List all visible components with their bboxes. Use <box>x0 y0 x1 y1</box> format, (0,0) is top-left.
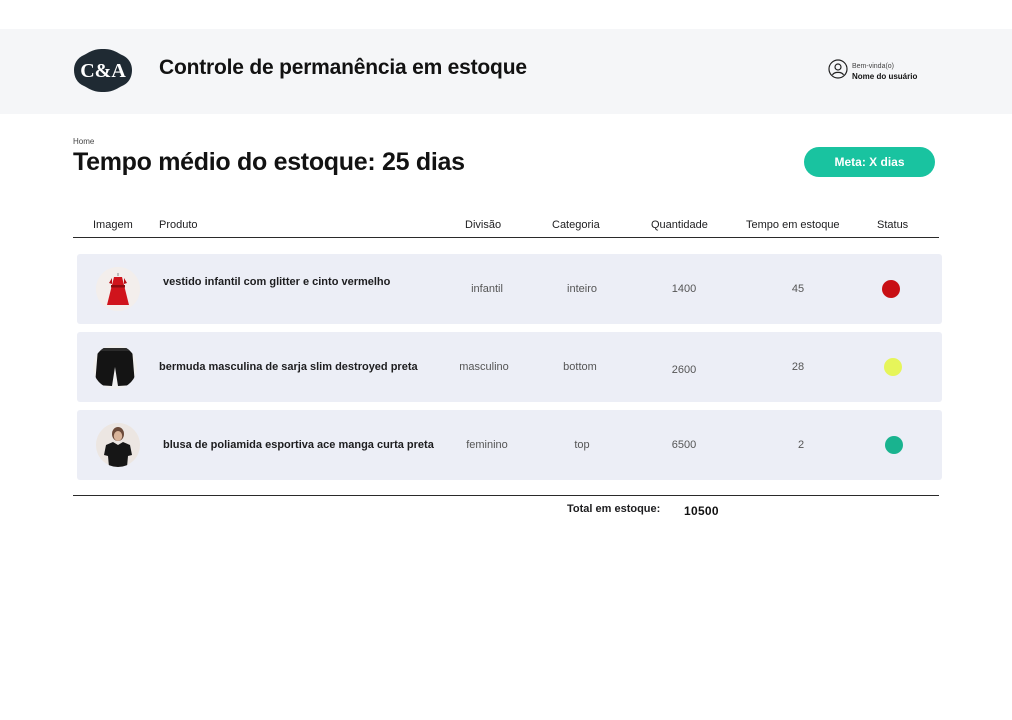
product-name: vestido infantil com glitter e cinto ver… <box>163 276 391 288</box>
status-indicator <box>884 358 902 376</box>
black-blouse-image <box>96 423 140 467</box>
user-name: Nome do usuário <box>852 71 918 81</box>
column-header-division: Divisão <box>465 219 502 231</box>
black-shorts-image <box>93 345 137 389</box>
category-cell: top <box>574 439 590 451</box>
time-cell: 28 <box>791 361 805 373</box>
product-name: blusa de poliamida esportiva ace manga c… <box>163 439 434 451</box>
status-indicator <box>882 280 900 298</box>
column-header-category: Categoria <box>552 219 600 231</box>
table-row[interactable]: bermuda masculina de sarja slim destroye… <box>77 332 942 402</box>
table-footer-divider <box>73 495 939 496</box>
column-header-quantity: Quantidade <box>651 219 708 231</box>
division-cell: masculino <box>459 361 509 373</box>
user-menu[interactable]: Bem-vinda(o) Nome do usuário <box>828 59 917 84</box>
app-title: Controle de permanência em estoque <box>159 56 527 79</box>
status-indicator <box>885 436 903 454</box>
quantity-cell: 2600 <box>671 364 697 376</box>
table-row[interactable]: vestido infantil com glitter e cinto ver… <box>77 254 942 324</box>
total-label: Total em estoque: <box>567 503 661 515</box>
time-cell: 2 <box>797 439 805 451</box>
table-row[interactable]: blusa de poliamida esportiva ace manga c… <box>77 410 942 480</box>
category-cell: bottom <box>563 361 597 373</box>
welcome-text: Bem-vinda(o) <box>852 62 895 70</box>
page-title: Tempo médio do estoque: 25 dias <box>73 148 465 176</box>
product-name: bermuda masculina de sarja slim destroye… <box>159 361 418 373</box>
division-cell: feminino <box>466 439 508 451</box>
column-header-image: Imagem <box>93 219 133 231</box>
user-circle-icon <box>828 59 848 84</box>
division-cell: infantil <box>471 283 503 295</box>
brand-logo[interactable]: C&A <box>73 48 133 93</box>
goal-button[interactable]: Meta: X dias <box>804 147 935 177</box>
time-cell: 45 <box>791 283 805 295</box>
breadcrumb[interactable]: Home <box>73 137 94 146</box>
quantity-cell: 6500 <box>671 439 697 451</box>
table-header-divider <box>73 237 939 238</box>
total-value: 10500 <box>684 504 719 518</box>
category-cell: inteiro <box>567 283 597 295</box>
column-header-product: Produto <box>159 219 198 231</box>
column-header-time: Tempo em estoque <box>746 219 840 231</box>
red-dress-image <box>96 267 140 311</box>
column-header-status: Status <box>877 219 909 231</box>
logo-text: C&A <box>80 60 126 82</box>
quantity-cell: 1400 <box>671 283 697 295</box>
